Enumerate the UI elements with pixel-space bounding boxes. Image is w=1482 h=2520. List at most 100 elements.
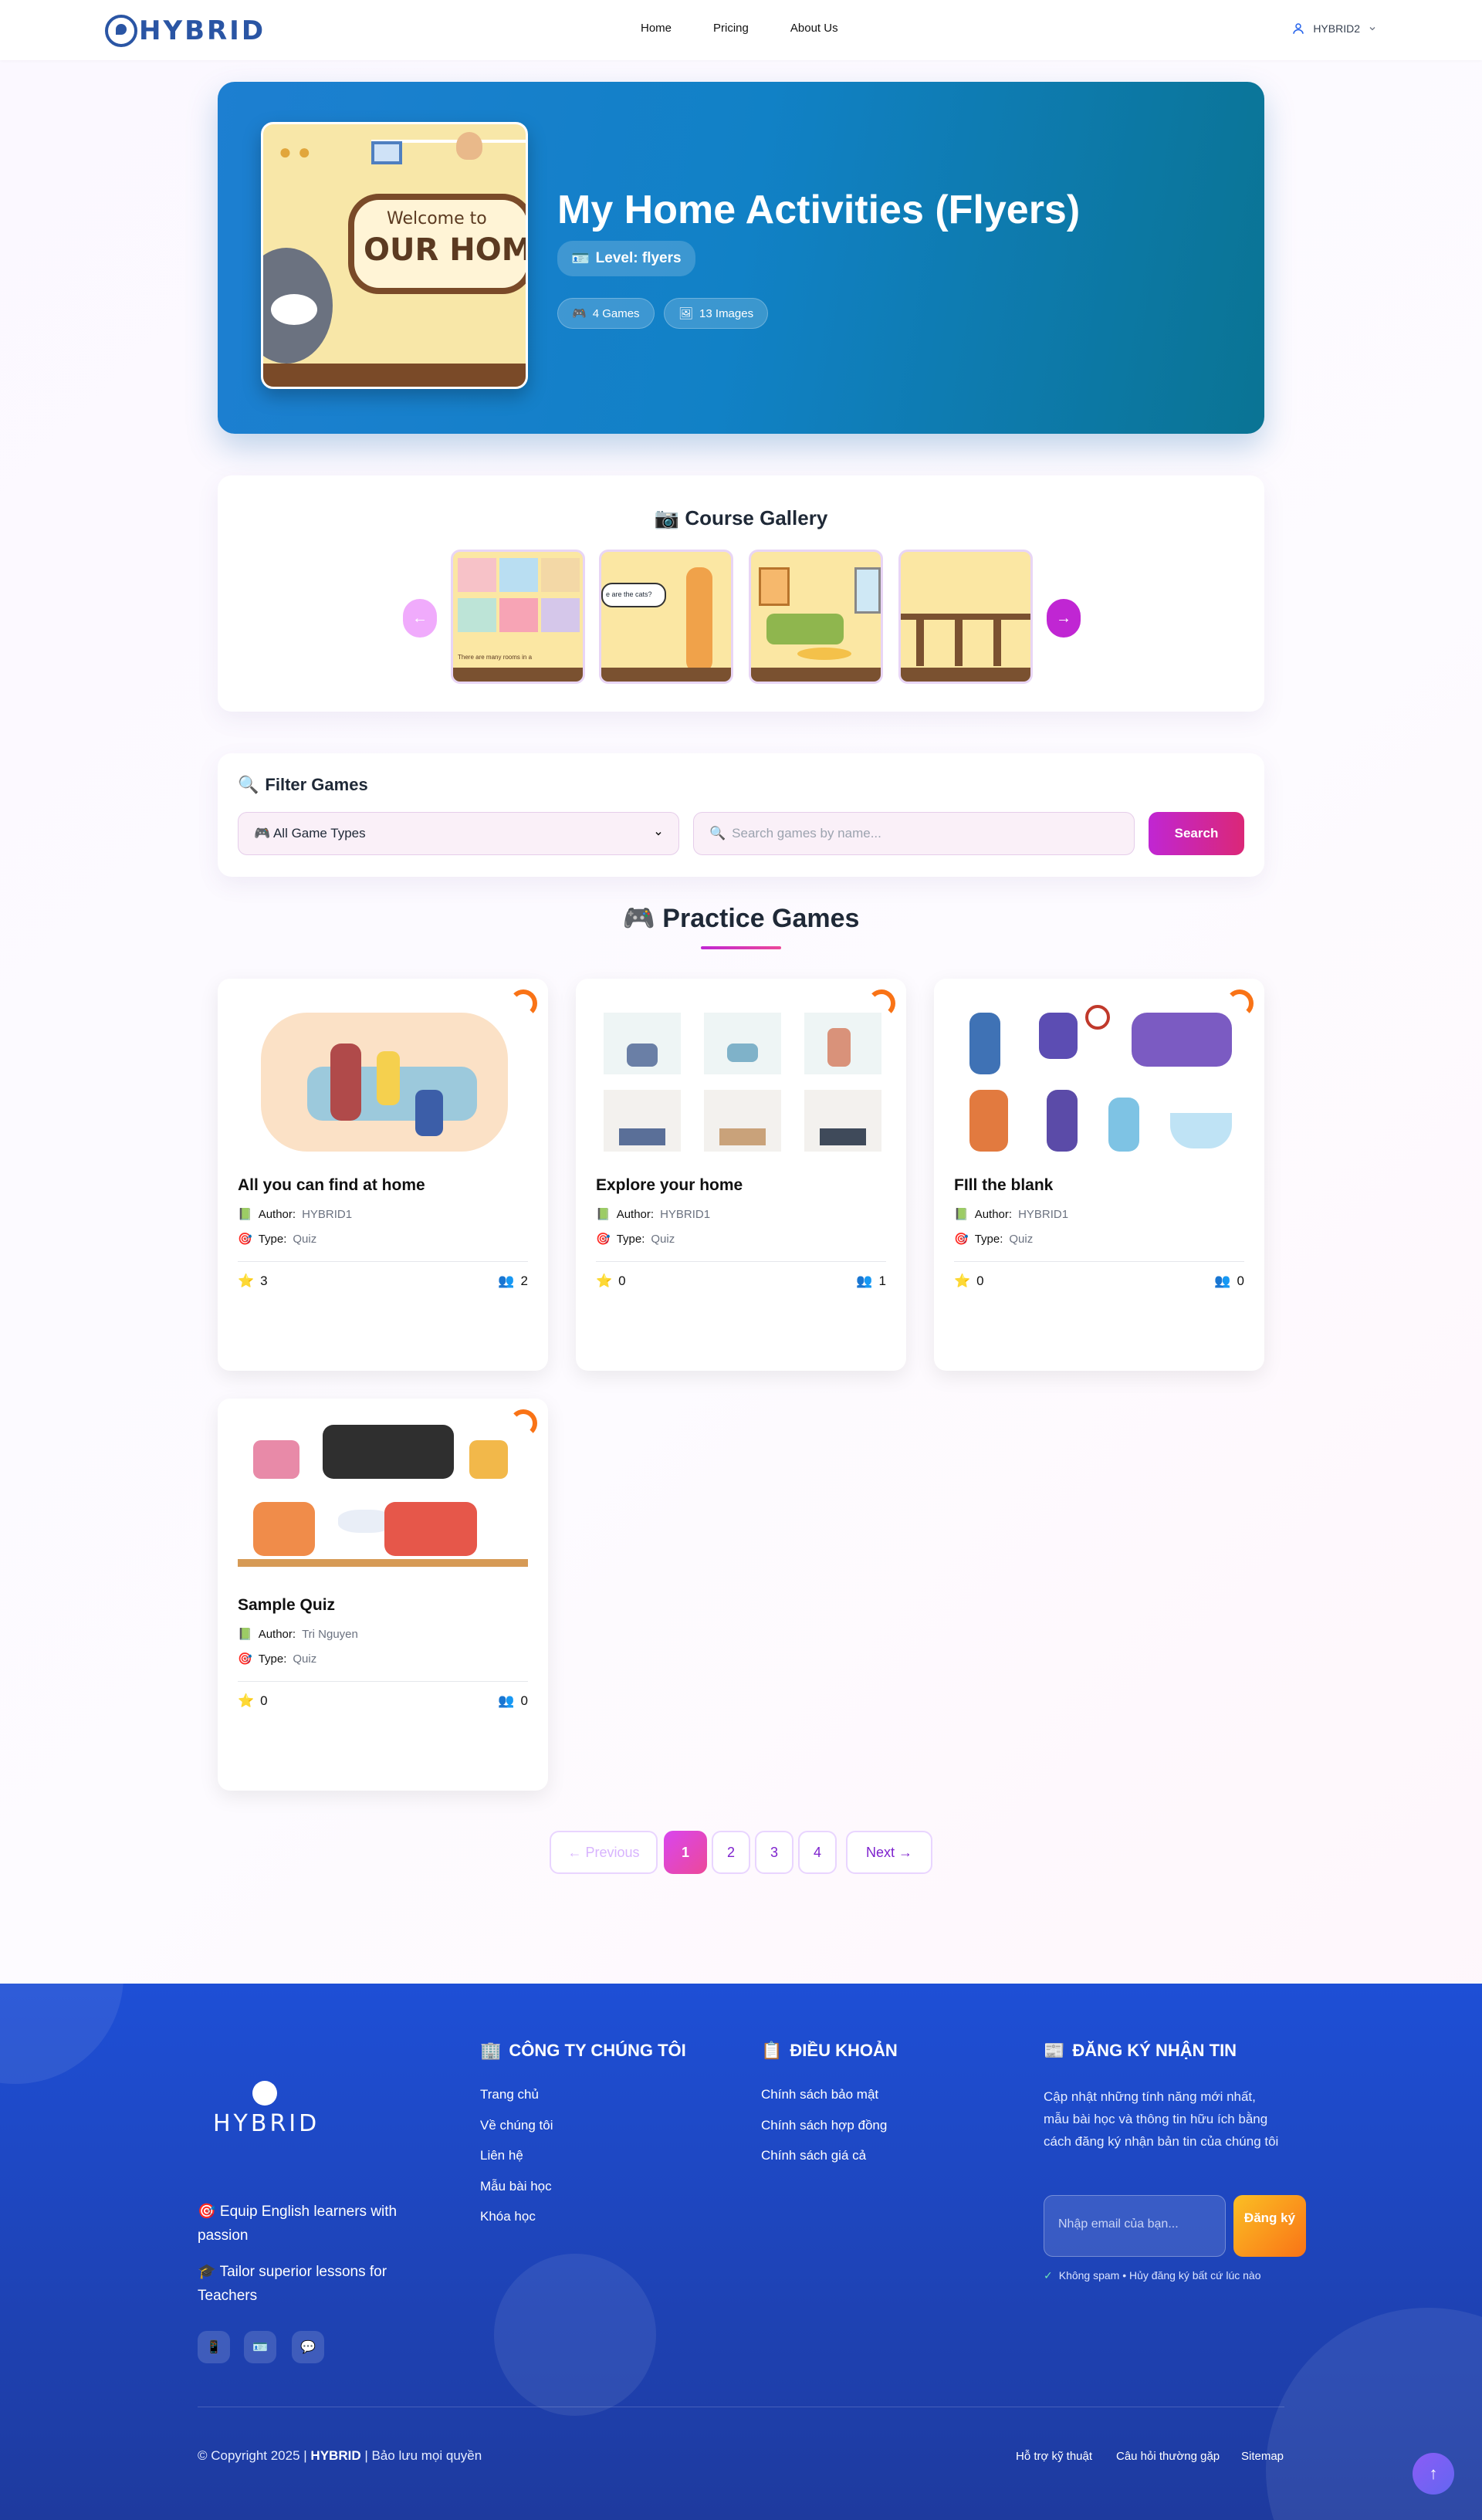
title-underline <box>701 946 781 949</box>
game-type-select[interactable]: 🎮 All Game Types <box>238 812 679 855</box>
game-stars: ⭐ 3 <box>238 1274 268 1288</box>
gallery-thumb-3[interactable] <box>749 550 883 684</box>
game-author: 📗 Author: HYBRID1 <box>596 1207 711 1222</box>
nav-about[interactable]: About Us <box>790 22 838 35</box>
game-image <box>596 997 886 1164</box>
brand-logo[interactable]: HYBRID <box>105 14 266 48</box>
game-title: Sample Quiz <box>238 1596 336 1614</box>
footer-link-about[interactable]: Về chúng tôi <box>480 2118 553 2133</box>
author-icon: 📗 <box>596 1208 611 1221</box>
games-count-badge: 🎮 4 Games <box>557 298 655 329</box>
image-icon: 🖼 <box>678 307 694 320</box>
game-type: 🎯 Type: Quiz <box>238 1652 317 1666</box>
game-card[interactable]: Sample Quiz 📗 Author: Tri Nguyen 🎯 Type: Qui… <box>218 1399 548 1791</box>
game-players: 👥 2 <box>498 1274 528 1288</box>
game-type: 🎯 Type: Quiz <box>954 1232 1034 1246</box>
star-icon: ⭐ <box>238 1274 255 1288</box>
course-hero: Welcome to OUR HOME ● ● My Home Activiti… <box>218 82 1264 434</box>
target-icon: 🎯 <box>596 1233 611 1246</box>
pagination-page-1[interactable]: 1 <box>664 1831 707 1874</box>
game-author: 📗 Author: Tri Nguyen <box>238 1627 358 1642</box>
footer-link-privacy[interactable]: Chính sách bảo mật <box>761 2087 878 2102</box>
newsletter-description: Cập nhật những tính năng mới nhất, mẫu b… <box>1044 2089 1279 2149</box>
cover-text-home: OUR HOME <box>364 232 526 268</box>
footer-link-home[interactable]: Trang chủ <box>480 2087 539 2102</box>
author-icon: 📗 <box>238 1628 252 1641</box>
chevron-down-icon <box>1369 27 1375 31</box>
footer-tagline-2: 🎓 Tailor superior lessons for Teachers <box>198 2264 387 2304</box>
user-menu[interactable]: HYBRID2 <box>1291 22 1377 36</box>
footer-link-courses[interactable]: Khóa học <box>480 2209 536 2224</box>
footer-logo[interactable]: HYBRID <box>213 2081 316 2137</box>
pagination-previous[interactable]: ← Previous <box>550 1831 658 1874</box>
chat-icon[interactable]: 💬 <box>292 2331 324 2363</box>
game-card[interactable]: All you can find at home 📗 Author: HYBRID1… <box>218 979 548 1371</box>
game-stars: ⭐ 0 <box>238 1693 268 1708</box>
divider <box>596 1261 886 1262</box>
gallery-prev-button[interactable]: ← <box>403 599 437 638</box>
players-icon: 👥 <box>498 1693 515 1708</box>
terms-heading: 📋 ĐIỀU KHOẢN <box>761 2041 898 2060</box>
game-image <box>238 997 528 1164</box>
pagination-page-2[interactable]: 2 <box>712 1831 750 1874</box>
game-card[interactable]: FIll the blank 📗 Author: HYBRID1 🎯 Type: Qui… <box>934 979 1264 1371</box>
divider <box>238 1261 528 1262</box>
check-icon: ✓ <box>1044 2269 1053 2282</box>
newspaper-icon: 📰 <box>1044 2041 1065 2060</box>
star-icon: ⭐ <box>596 1274 613 1288</box>
nav-home[interactable]: Home <box>641 22 672 35</box>
game-stars: ⭐ 0 <box>954 1274 984 1288</box>
gallery-thumb-4[interactable] <box>898 550 1033 684</box>
pagination-page-4[interactable]: 4 <box>798 1831 837 1874</box>
footer-link-contract[interactable]: Chính sách hợp đồng <box>761 2118 887 2133</box>
game-card[interactable]: Explore your home 📗 Author: HYBRID1 🎯 Type:… <box>576 979 906 1371</box>
footer-link-faq[interactable]: Câu hỏi thường gặp <box>1116 2450 1220 2463</box>
clipboard-icon: 📋 <box>761 2041 783 2060</box>
divider <box>238 1681 528 1682</box>
newsletter-subscribe-button[interactable]: Đăng ký <box>1233 2195 1306 2257</box>
gallery-thumb-2[interactable]: e are the cats? <box>599 550 733 684</box>
user-icon <box>1293 23 1304 34</box>
nav-pricing[interactable]: Pricing <box>713 22 749 35</box>
footer-link-pricing[interactable]: Chính sách giá cả <box>761 2148 866 2163</box>
footer-link-contact[interactable]: Liên hệ <box>480 2148 523 2163</box>
game-search-input[interactable]: 🔍 Search games by name... <box>693 812 1135 855</box>
id-card-icon[interactable]: 🪪 <box>244 2331 276 2363</box>
game-image <box>238 1417 528 1584</box>
gallery-next-button[interactable]: → <box>1047 599 1081 638</box>
hot-badge-icon <box>509 989 537 1017</box>
pagination-page-3[interactable]: 3 <box>755 1831 793 1874</box>
magnifier-icon: 🔍 <box>238 775 259 794</box>
gamepad-icon: 🎮 <box>572 307 587 320</box>
game-type: 🎯 Type: Quiz <box>596 1232 675 1246</box>
filter-panel: 🔍 Filter Games 🎮 All Game Types 🔍 Search … <box>218 753 1264 877</box>
footer-link-support[interactable]: Hỗ trợ kỹ thuật <box>1016 2450 1092 2463</box>
level-icon: 🪪 <box>571 251 590 267</box>
course-gallery: 📷 Course Gallery ← There are many rooms … <box>218 475 1264 712</box>
newsletter-email-input[interactable]: Nhập email của bạn... <box>1044 2195 1226 2257</box>
players-icon: 👥 <box>498 1274 515 1288</box>
gallery-title: 📷 Course Gallery <box>654 506 828 529</box>
phone-icon[interactable]: 📱 <box>198 2331 230 2363</box>
footer-tagline-1: 🎯 Equip English learners with passion <box>198 2204 398 2244</box>
chevron-down-icon <box>655 831 661 836</box>
scroll-to-top-button[interactable]: ↑ <box>1413 2453 1454 2495</box>
images-count-badge: 🖼 13 Images <box>664 298 769 329</box>
footer-link-sitemap[interactable]: Sitemap <box>1241 2450 1284 2463</box>
gallery-thumb-1[interactable]: There are many rooms in a <box>451 550 585 684</box>
author-icon: 📗 <box>954 1208 969 1221</box>
search-icon: 🔍 <box>709 826 726 841</box>
game-title: All you can find at home <box>238 1176 425 1194</box>
search-button[interactable]: Search <box>1149 812 1244 855</box>
star-icon: ⭐ <box>238 1693 255 1708</box>
author-icon: 📗 <box>238 1208 252 1221</box>
game-author: 📗 Author: HYBRID1 <box>238 1207 353 1222</box>
hot-badge-icon <box>509 1409 537 1437</box>
pagination-next[interactable]: Next → <box>846 1831 932 1874</box>
footer-link-samples[interactable]: Mẫu bài học <box>480 2179 552 2194</box>
copyright: © Copyright 2025 | HYBRID | Bảo lưu mọi … <box>198 2448 482 2463</box>
brand-name: HYBRID <box>139 15 266 46</box>
newsletter-heading: 📰 ĐĂNG KÝ NHẬN TIN <box>1044 2041 1237 2060</box>
cover-text-welcome: Welcome to <box>387 209 487 228</box>
site-footer: HYBRID 🎯 Equip English learners with pas… <box>0 1984 1482 2520</box>
